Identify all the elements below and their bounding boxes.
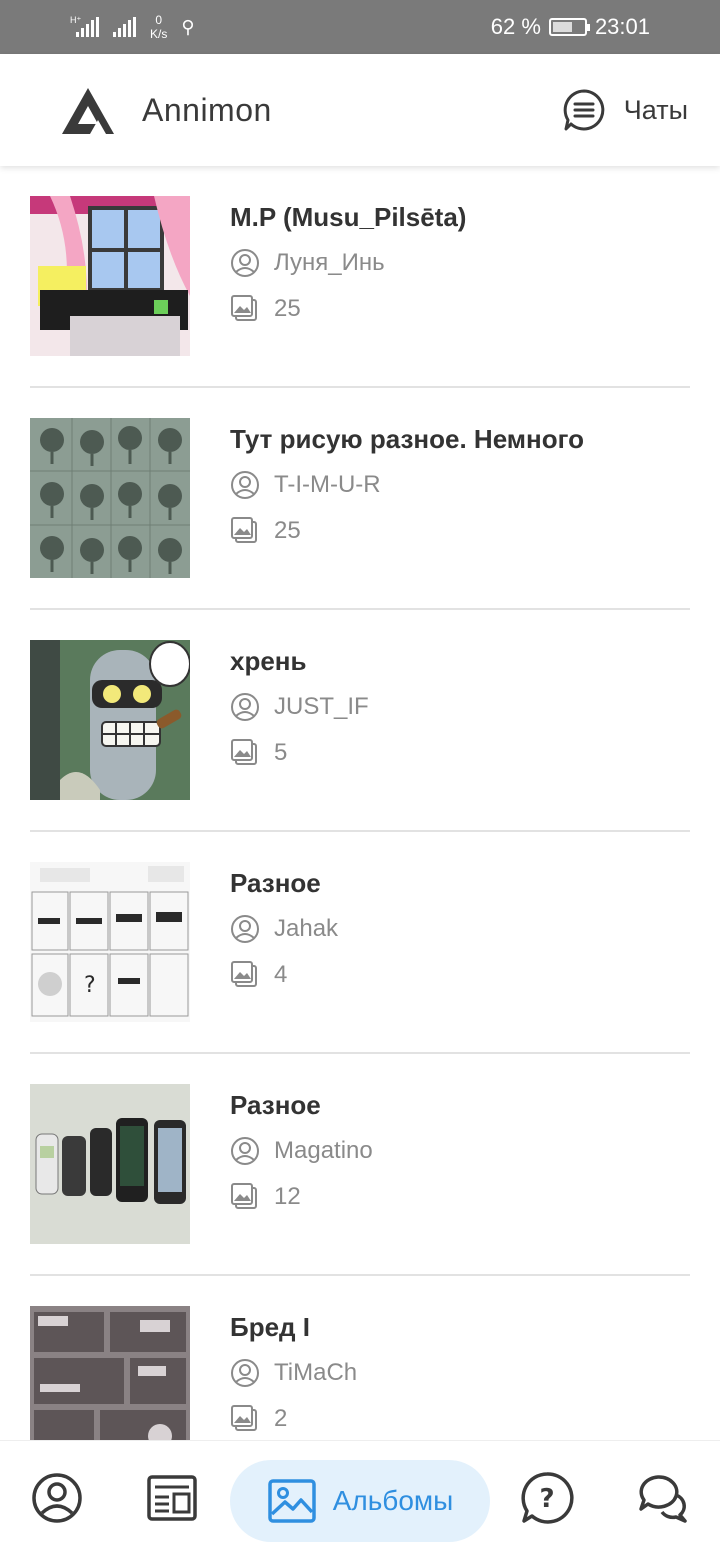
profile-icon[interactable] xyxy=(30,1471,84,1525)
status-right: 62 % 23:01 xyxy=(491,12,650,42)
speed-unit: K/s xyxy=(150,27,168,41)
battery-icon xyxy=(548,18,590,36)
album-title[interactable]: хрень xyxy=(230,646,307,677)
album-photo-count: 25 xyxy=(274,295,301,322)
album-title[interactable]: Разное xyxy=(230,1090,321,1121)
svg-text:?: ? xyxy=(84,973,96,998)
album-author-row[interactable]: T-I-M-U-R xyxy=(230,470,381,500)
album-item[interactable]: Бред I TiMaCh 2 xyxy=(30,1276,690,1440)
user-icon xyxy=(231,1359,259,1387)
user-icon xyxy=(231,693,259,721)
album-photo-count: 25 xyxy=(274,517,301,544)
album-title[interactable]: Тут рисую разное. Немного xyxy=(230,424,584,455)
album-item[interactable]: хрень JUST_IF 5 xyxy=(30,610,690,832)
album-thumbnail[interactable] xyxy=(30,418,190,578)
album-author: Луня_Инь xyxy=(274,249,385,276)
album-item[interactable]: M.P (Musu_Pilsēta) Луня_Инь 25 xyxy=(30,166,690,388)
album-author-row[interactable]: Jahak xyxy=(230,914,338,944)
album-count-row: 5 xyxy=(230,738,287,768)
album-thumbnail[interactable] xyxy=(30,1306,190,1440)
album-author-row[interactable]: Magatino xyxy=(230,1136,373,1166)
bottom-nav: Альбомы ? xyxy=(0,1440,720,1560)
images-icon xyxy=(231,961,257,987)
album-thumbnail[interactable] xyxy=(30,640,190,800)
album-count-row: 4 xyxy=(230,960,287,990)
album-count-row: 25 xyxy=(230,294,301,324)
usb-icon: ⚲ xyxy=(181,16,195,37)
album-author: Magatino xyxy=(274,1137,373,1164)
annimon-logo-icon[interactable] xyxy=(60,86,116,136)
album-photo-count: 2 xyxy=(274,1405,288,1432)
images-icon xyxy=(231,1183,257,1209)
albums-tab-label: Альбомы xyxy=(332,1485,454,1516)
albums-icon xyxy=(267,1479,316,1523)
album-title[interactable]: Бред I xyxy=(230,1312,310,1343)
network-type-label: H⁺ xyxy=(70,15,82,25)
user-icon xyxy=(231,915,259,943)
album-author-row[interactable]: JUST_IF xyxy=(230,692,369,722)
album-count-row: 2 xyxy=(230,1404,287,1434)
album-author: T-I-M-U-R xyxy=(274,471,381,498)
svg-text:?: ? xyxy=(539,1484,554,1514)
battery-percent: 62 % xyxy=(490,14,541,39)
chats-label: Чаты xyxy=(623,94,688,125)
album-thumbnail[interactable] xyxy=(30,1084,190,1244)
screen: H⁺ 0 K/s ⚲ 62 % 23:01 Annimon Чаты M.P (… xyxy=(0,0,720,1560)
user-icon xyxy=(231,249,259,277)
user-icon xyxy=(231,471,259,499)
images-icon xyxy=(231,295,257,321)
album-photo-count: 4 xyxy=(274,961,288,988)
images-icon xyxy=(231,739,257,765)
album-item[interactable]: Тут рисую разное. Немного T-I-M-U-R 25 xyxy=(30,388,690,610)
status-bar: H⁺ 0 K/s ⚲ 62 % 23:01 xyxy=(0,0,720,54)
album-photo-count: 12 xyxy=(274,1183,301,1210)
album-author: Jahak xyxy=(274,915,339,942)
album-list: M.P (Musu_Pilsēta) Луня_Инь 25 Тут рисую… xyxy=(0,166,720,1440)
album-item[interactable]: Разное Magatino 12 xyxy=(30,1054,690,1276)
album-author-row[interactable]: Луня_Инь xyxy=(230,248,385,278)
user-icon xyxy=(231,1137,259,1165)
album-item[interactable]: ? Разное Jahak 4 xyxy=(30,832,690,1054)
album-author: TiMaCh xyxy=(274,1359,358,1386)
chats-button[interactable]: Чаты xyxy=(562,88,688,132)
album-count-row: 12 xyxy=(230,1182,301,1212)
app-header: Annimon Чаты xyxy=(0,54,720,166)
album-thumbnail[interactable] xyxy=(30,196,190,356)
images-icon xyxy=(231,517,257,543)
album-count-row: 25 xyxy=(230,516,301,546)
album-thumbnail[interactable]: ? xyxy=(30,862,190,1022)
signal-icon: H⁺ xyxy=(70,15,99,37)
album-author-row[interactable]: TiMaCh xyxy=(230,1358,357,1388)
speed-value: 0 xyxy=(155,13,163,27)
app-title: Annimon xyxy=(142,92,272,128)
images-icon xyxy=(231,1405,257,1431)
album-photo-count: 5 xyxy=(274,739,288,766)
clock: 23:01 xyxy=(594,14,650,39)
chat-list-icon xyxy=(563,89,605,131)
battery-fill xyxy=(552,22,572,32)
signal-icon-2 xyxy=(113,17,136,37)
help-icon[interactable]: ? xyxy=(520,1471,574,1525)
news-icon[interactable] xyxy=(145,1471,199,1525)
album-author: JUST_IF xyxy=(274,693,369,720)
albums-tab[interactable]: Альбомы xyxy=(230,1460,490,1542)
network-speed: 0 K/s xyxy=(150,13,167,41)
status-left: H⁺ 0 K/s ⚲ xyxy=(70,10,195,44)
forum-icon[interactable] xyxy=(636,1471,690,1525)
album-title[interactable]: Разное xyxy=(230,868,321,899)
album-title[interactable]: M.P (Musu_Pilsēta) xyxy=(230,202,466,233)
